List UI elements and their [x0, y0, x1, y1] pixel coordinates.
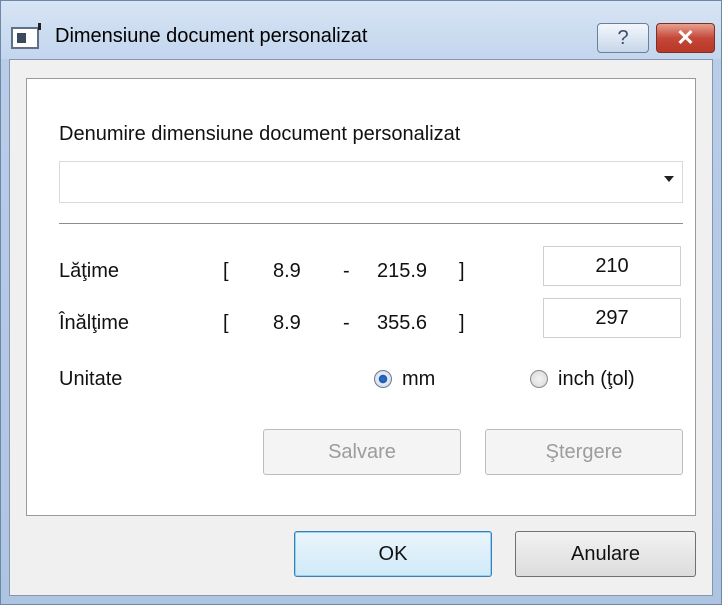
- height-max: 355.6: [377, 312, 428, 334]
- height-dash: -: [343, 312, 350, 334]
- app-icon: [11, 23, 41, 49]
- title-bar[interactable]: Dimensiune document personalizat ? ✕: [1, 1, 721, 59]
- height-bracket-close: ]: [459, 312, 465, 334]
- height-bracket-open: [: [223, 312, 229, 334]
- close-button[interactable]: ✕: [656, 23, 715, 53]
- width-max: 215.9: [377, 260, 428, 282]
- width-min: 8.9: [273, 260, 301, 282]
- name-label: Denumire dimensiune document personaliza…: [59, 123, 461, 145]
- height-label: Înălţime: [59, 312, 130, 334]
- width-dash: -: [343, 260, 350, 282]
- name-combobox[interactable]: [59, 161, 683, 203]
- unit-inch-label[interactable]: inch (ţol): [558, 368, 635, 391]
- width-bracket-open: [: [223, 260, 229, 282]
- help-button[interactable]: ?: [597, 23, 649, 53]
- dialog-window: Dimensiune document personalizat ? ✕ Den…: [0, 0, 722, 605]
- window-title: Dimensiune document personalizat: [55, 25, 368, 47]
- divider: [59, 223, 683, 224]
- height-min: 8.9: [273, 312, 301, 334]
- width-label: Lăţime: [59, 260, 120, 282]
- width-input[interactable]: [543, 246, 681, 286]
- height-input[interactable]: [543, 298, 681, 338]
- unit-label: Unitate: [59, 368, 123, 390]
- dialog-client-area: Denumire dimensiune document personaliza…: [9, 59, 713, 596]
- unit-inch-radio[interactable]: [530, 370, 548, 388]
- width-bracket-close: ]: [459, 260, 465, 282]
- chevron-down-icon[interactable]: [664, 176, 674, 182]
- delete-button[interactable]: Ştergere: [485, 429, 683, 475]
- cancel-button[interactable]: Anulare: [515, 531, 696, 577]
- ok-button[interactable]: OK: [294, 531, 492, 577]
- save-button[interactable]: Salvare: [263, 429, 461, 475]
- custom-size-group: Denumire dimensiune document personaliza…: [26, 78, 696, 516]
- unit-mm-radio[interactable]: [374, 370, 392, 388]
- unit-mm-label[interactable]: mm: [402, 368, 435, 391]
